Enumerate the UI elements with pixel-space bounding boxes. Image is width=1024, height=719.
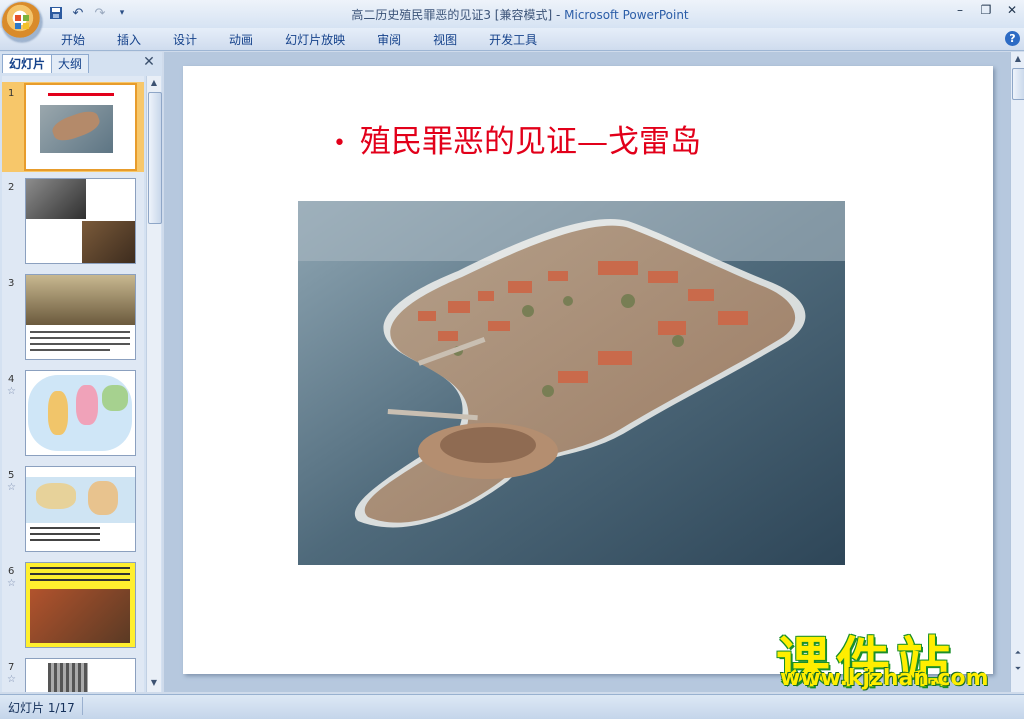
office-logo-icon (15, 15, 29, 29)
tab-slides[interactable]: 幻灯片 (2, 54, 53, 73)
save-icon[interactable] (48, 5, 64, 21)
scrollbar-thumb[interactable] (148, 92, 162, 224)
thumbnail-list: 1 2 3 4 ☆ 5 ☆ 6 ☆ 7 ☆ (2, 76, 144, 692)
window-title: 高二历史殖民罪恶的见证3 [兼容模式] - Microsoft PowerPoi… (260, 6, 780, 23)
scroll-up-icon[interactable]: ▲ (147, 76, 161, 90)
thumbnail-slide-7[interactable]: 7 ☆ (2, 656, 144, 692)
scrollbar-thumb[interactable] (1012, 68, 1024, 100)
slide-number: 7 (8, 662, 15, 673)
ribbon-tabs: 开始 插入 设计 动画 幻灯片放映 审阅 视图 开发工具 (45, 31, 553, 49)
animation-star-icon: ☆ (7, 674, 16, 685)
tab-developer[interactable]: 开发工具 (473, 31, 553, 49)
thumbnail-slide-4[interactable]: 4 ☆ (2, 368, 144, 458)
slide-6-preview (25, 562, 136, 648)
tab-design[interactable]: 设计 (157, 31, 213, 49)
tab-outline[interactable]: 大纲 (51, 54, 90, 73)
scroll-down-icon[interactable]: ▼ (147, 676, 161, 690)
title-bar: ↶ ↷ ▾ 高二历史殖民罪恶的见证3 [兼容模式] - Microsoft Po… (0, 0, 1024, 28)
island-aerial-image (298, 201, 845, 565)
animation-star-icon: ☆ (7, 386, 16, 397)
slide-number: 5 (8, 470, 15, 481)
slide-1-preview (24, 83, 137, 171)
status-bar: 幻灯片 1/17 (0, 694, 1024, 719)
tab-slideshow[interactable]: 幻灯片放映 (269, 31, 361, 49)
slide-canvas[interactable]: • 殖民罪恶的见证—戈雷岛 (183, 66, 993, 674)
customize-icon[interactable]: ▾ (114, 5, 130, 21)
restore-icon[interactable]: ❐ (978, 2, 994, 18)
tab-view[interactable]: 视图 (417, 31, 473, 49)
slide-4-preview (25, 370, 136, 456)
thumbnail-slide-3[interactable]: 3 (2, 272, 144, 362)
thumbnail-slide-6[interactable]: 6 ☆ (2, 560, 144, 650)
slide-indicator: 幻灯片 1/17 (8, 701, 75, 715)
slide-number: 6 (8, 566, 15, 577)
slide-number: 2 (8, 182, 15, 193)
document-title: 高二历史殖民罪恶的见证3 [兼容模式] - (351, 8, 565, 22)
slide-7-preview (25, 658, 136, 692)
panel-close-icon[interactable]: ✕ (142, 55, 156, 69)
panel-tabs: 幻灯片 大纲 (2, 54, 90, 74)
slide-scrollbar[interactable]: ▲ ⏶ ⏷ (1010, 52, 1024, 692)
thumbnail-scrollbar[interactable]: ▲ ▼ (146, 76, 162, 692)
animation-star-icon: ☆ (7, 482, 16, 493)
bullet-marker: • (333, 131, 346, 156)
tab-animations[interactable]: 动画 (213, 31, 269, 49)
goree-island-photo[interactable] (298, 201, 845, 565)
slide-5-preview (25, 466, 136, 552)
thumbnail-slide-5[interactable]: 5 ☆ (2, 464, 144, 554)
watermark-url: www.kjzhan.com (780, 666, 989, 691)
thumbnail-slide-1[interactable]: 1 (2, 82, 144, 172)
help-icon[interactable]: ? (1005, 31, 1020, 46)
slide-number: 3 (8, 278, 15, 289)
slide-number: 1 (8, 88, 15, 99)
redo-icon[interactable]: ↷ (92, 5, 108, 21)
tab-review[interactable]: 审阅 (361, 31, 417, 49)
undo-icon[interactable]: ↶ (70, 5, 86, 21)
slide-3-preview (25, 274, 136, 360)
tab-home[interactable]: 开始 (45, 31, 101, 49)
slide-title[interactable]: • 殖民罪恶的见证—戈雷岛 (333, 116, 853, 161)
office-button[interactable] (2, 2, 42, 42)
window-controls: – ❐ ✕ (952, 2, 1020, 18)
scroll-up-icon[interactable]: ▲ (1011, 52, 1024, 66)
app-name: Microsoft PowerPoint (564, 8, 689, 22)
tab-insert[interactable]: 插入 (101, 31, 157, 49)
ribbon-tabs-bar: 开始 插入 设计 动画 幻灯片放映 审阅 视图 开发工具 ? (0, 28, 1024, 51)
slide-number: 4 (8, 374, 15, 385)
minimize-icon[interactable]: – (952, 2, 968, 18)
slide-2-preview (25, 178, 136, 264)
status-divider (82, 697, 83, 715)
close-icon[interactable]: ✕ (1004, 2, 1020, 18)
animation-star-icon: ☆ (7, 578, 16, 589)
slides-panel: 幻灯片 大纲 ✕ 1 2 3 4 ☆ 5 ☆ 6 ☆ 7 ☆ ▲ ▼ (0, 52, 162, 692)
quick-access-toolbar: ↶ ↷ ▾ (48, 4, 130, 22)
thumbnail-slide-2[interactable]: 2 (2, 176, 144, 266)
slide-title-text: 殖民罪恶的见证—戈雷岛 (359, 124, 701, 160)
